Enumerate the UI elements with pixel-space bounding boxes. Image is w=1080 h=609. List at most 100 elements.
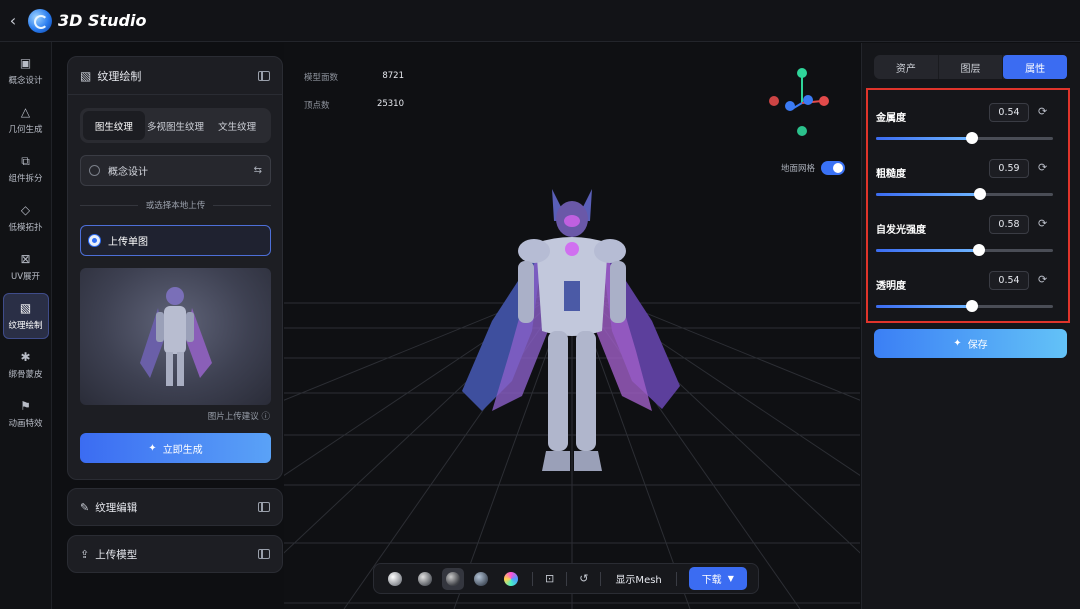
tab-image-texture[interactable]: 图生纹理 [83,111,145,140]
download-button[interactable]: 下载 ▼ [688,567,747,590]
model-stats: 模型面数 8721 顶点数 25310 [304,71,404,127]
texture-icon: ▧ [19,301,32,315]
panel-expand-icon[interactable] [258,549,270,559]
ground-grid-toggle[interactable]: 地面网格 [781,161,846,175]
app: ‹ 3D Studio ▣ 概念设计 △ 几何生成 ⧉ 组件拆分 ◇ 低模拓扑 … [0,0,1080,609]
right-panel: 资产 图层 属性 金属度 0.54 ⟳ 粗糙度 0.59 ⟳ 自发光强度 0.5… [861,43,1080,609]
character-model[interactable] [452,181,692,481]
stat-value: 8721 [382,71,404,81]
property-slider[interactable] [876,300,1053,312]
texture-panel: ▧ 纹理绘制 图生纹理 多视图生纹理 文生纹理 概念设计 ⇆ 或选择本地上传 上… [67,56,283,480]
slider-fill [876,305,972,308]
concept-design-option[interactable]: 概念设计 ⇆ [80,155,271,186]
rail-item-geometry[interactable]: △ 几何生成 [3,97,49,143]
reset-icon[interactable]: ⟳ [1038,161,1047,174]
radio-concept[interactable] [89,165,100,176]
rail-item-texture[interactable]: ▧ 纹理绘制 [2,293,49,339]
sparkle-icon: ✦ [953,338,962,349]
property-name: 金属度 [876,113,906,124]
slider-knob[interactable] [974,188,987,200]
upload-hint[interactable]: 图片上传建议 ⓘ [208,410,270,422]
save-button[interactable]: ✦ 保存 [874,329,1067,358]
property-slider[interactable] [876,244,1053,256]
run-icon: ⚑ [20,399,31,413]
radio-upload[interactable] [89,235,100,246]
normal-sphere-button[interactable] [442,567,464,590]
skeleton-icon: ✱ [20,350,31,364]
generate-button[interactable]: ✦ 立即生成 [80,433,271,463]
screenshot-icon[interactable]: ⊡ [545,572,554,585]
rail-item-split[interactable]: ⧉ 组件拆分 [3,146,49,192]
panel-expand-icon[interactable] [258,502,270,512]
stat-value: 25310 [376,99,404,109]
polygon-icon: ◇ [20,203,31,217]
matte-sphere-icon[interactable] [388,571,402,586]
show-mesh-button[interactable]: 显示Mesh [615,571,661,586]
top-bar: ‹ 3D Studio [0,0,1080,42]
concept-option-label: 概念设计 [108,167,148,178]
property-roughness: 粗糙度 0.59 ⟳ [876,159,1056,209]
slider-knob[interactable] [965,300,978,312]
edit-icon: ✎ [80,500,90,514]
tab-text-texture[interactable]: 文生纹理 [206,111,268,140]
property-slider[interactable] [876,188,1053,200]
tab-properties[interactable]: 属性 [1003,55,1068,79]
generate-label: 立即生成 [162,444,203,456]
reset-icon[interactable]: ⟳ [1038,273,1047,286]
reset-icon[interactable]: ⟳ [1038,105,1047,118]
metal-sphere-icon[interactable] [474,571,488,586]
slider-fill [876,249,979,252]
tab-layers[interactable]: 图层 [939,55,1004,79]
property-emission: 自发光强度 0.58 ⟳ [876,215,1056,265]
property-name: 自发光强度 [876,225,926,236]
property-value-input[interactable]: 0.54 [989,103,1029,122]
character-thumbnail [140,287,212,386]
slider-knob[interactable] [972,244,985,256]
history-icon[interactable]: ↺ [579,572,588,585]
caret-down-icon: ▼ [727,574,734,583]
toolbar-divider [675,571,677,586]
toolbar-divider [532,571,533,586]
stat-label: 模型面数 [304,73,339,83]
tab-assets[interactable]: 资产 [874,55,939,79]
slider-fill [876,193,981,196]
ground-grid-label: 地面网格 [781,164,816,174]
ground-grid-switch[interactable] [821,161,846,175]
property-slider[interactable] [876,132,1053,144]
swap-icon[interactable]: ⇆ [254,165,262,176]
texture-mode-tabs: 图生纹理 多视图生纹理 文生纹理 [80,108,271,143]
property-value-input[interactable]: 0.54 [989,271,1029,290]
left-rail: ▣ 概念设计 △ 几何生成 ⧉ 组件拆分 ◇ 低模拓扑 ⊠ UV展开 ▧ 纹理绘… [0,42,52,609]
upload-model-panel[interactable]: ⇪ 上传模型 [67,535,283,573]
reset-icon[interactable]: ⟳ [1038,217,1047,230]
upload-single-option[interactable]: 上传单图 [80,225,271,256]
rail-item-concept[interactable]: ▣ 概念设计 [3,48,49,94]
texture-panel-title: 纹理绘制 [97,69,142,83]
clay-sphere-icon[interactable] [418,571,432,586]
texture-panel-header: ▧ 纹理绘制 [68,57,282,95]
rail-item-rig[interactable]: ✱ 绑骨蒙皮 [3,342,49,388]
rainbow-sphere-icon[interactable] [504,571,518,586]
panel-collapse-icon[interactable] [258,70,270,81]
texture-icon: ▧ [80,68,92,83]
chevron-left-icon[interactable]: ‹ [2,11,24,30]
texture-edit-panel[interactable]: ✎ 纹理编辑 [67,488,283,526]
rail-item-uv[interactable]: ⊠ UV展开 [3,244,49,290]
stat-label: 顶点数 [304,101,330,111]
uploaded-image-preview[interactable] [80,268,271,405]
slider-fill [876,137,972,140]
3d-viewport[interactable]: 模型面数 8721 顶点数 25310 地面网格 [284,43,860,609]
rail-item-anim[interactable]: ⚑ 动画特效 [3,391,49,437]
slider-knob[interactable] [965,132,978,144]
property-opacity: 透明度 0.54 ⟳ [876,271,1056,321]
rail-item-lowpoly[interactable]: ◇ 低模拓扑 [3,195,49,241]
property-value-input[interactable]: 0.59 [989,159,1029,178]
tab-multiview-texture[interactable]: 多视图生纹理 [145,111,207,140]
toolbar-divider [566,571,568,586]
upload-divider: 或选择本地上传 [80,197,272,213]
property-value-input[interactable]: 0.58 [989,215,1029,234]
upload-icon: ⇪ [80,547,90,561]
sparkle-icon: ✦ [148,442,157,454]
app-logo-icon [28,8,52,33]
axis-gizmo[interactable] [764,63,834,143]
